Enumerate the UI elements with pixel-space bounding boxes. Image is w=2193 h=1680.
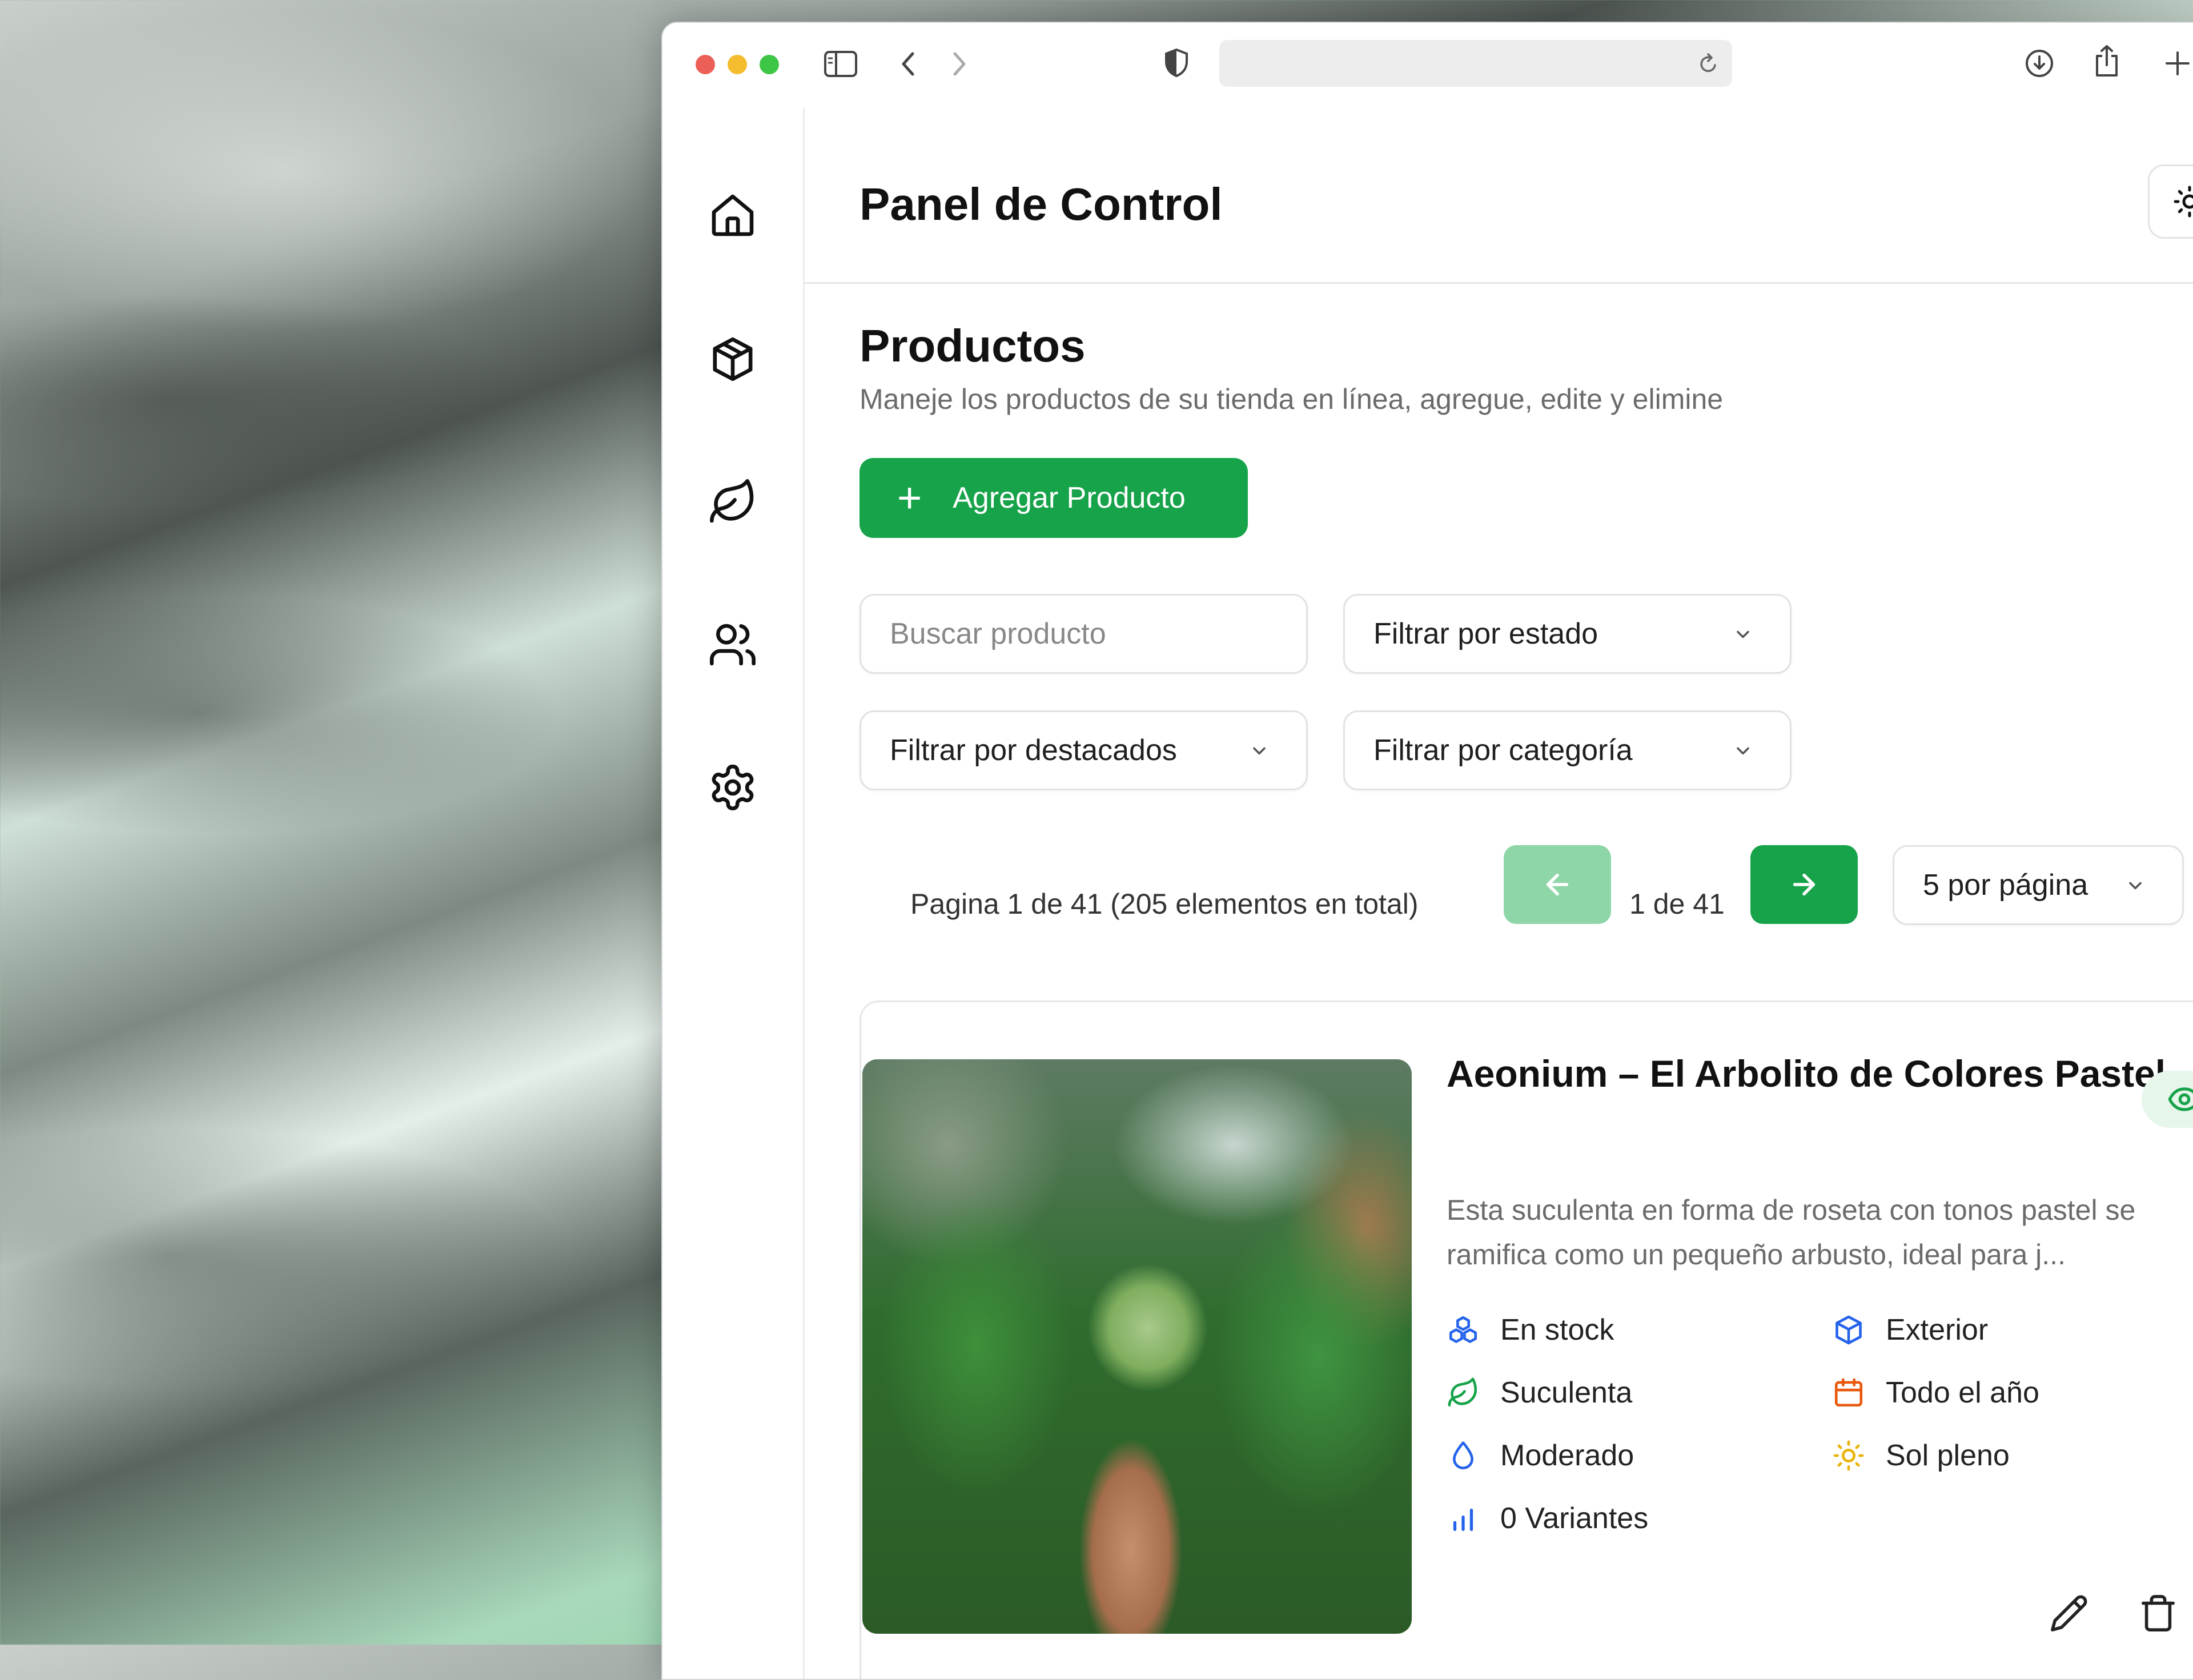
app-header: Panel de Control	[805, 107, 2193, 284]
address-bar[interactable]	[1219, 40, 1732, 87]
category-filter-label: Filtrar por categoría	[1373, 734, 1633, 767]
chevron-down-icon	[2129, 882, 2142, 890]
home-icon	[712, 194, 754, 236]
attr-type: Suculenta	[1447, 1376, 1632, 1410]
settings-icon	[712, 765, 754, 810]
trash-icon[interactable]	[2138, 1593, 2178, 1633]
section-heading: Productos	[859, 320, 1086, 371]
visibility-badge[interactable]	[2142, 1071, 2193, 1128]
back-icon[interactable]	[898, 50, 918, 78]
sidebar-item-home[interactable]	[704, 186, 762, 244]
category-filter-select[interactable]: Filtrar por categoría	[1343, 710, 1792, 790]
featured-filter-label: Filtrar por destacados	[890, 734, 1177, 767]
attr-variants: 0 Variantes	[1447, 1501, 1648, 1536]
attr-location: Exterior	[1832, 1313, 1988, 1347]
edit-icon[interactable]	[2049, 1593, 2089, 1633]
arrow-right-icon	[1793, 873, 1816, 896]
product-card: Aeonium – El Arbolito de Colores Pastel …	[859, 1000, 2193, 1679]
sidebar-item-plants[interactable]	[704, 473, 762, 531]
featured-filter-select[interactable]: Filtrar por destacados	[859, 710, 1308, 790]
maximize-window-button[interactable]	[760, 55, 779, 74]
attr-watering-label: Moderado	[1500, 1439, 1634, 1472]
attr-light-label: Sol pleno	[1886, 1439, 2010, 1472]
share-icon[interactable]	[2092, 43, 2121, 79]
attr-light: Sol pleno	[1832, 1438, 2010, 1473]
product-description: Esta suculenta en forma de roseta con to…	[1447, 1194, 2136, 1271]
attr-variants-label: 0 Variantes	[1500, 1502, 1649, 1535]
chevron-down-icon	[1737, 747, 1749, 755]
add-product-label: Agregar Producto	[953, 481, 1186, 515]
desktop-background	[0, 0, 662, 1645]
sun-icon	[1833, 1440, 1864, 1471]
reload-icon[interactable]	[1697, 51, 1720, 75]
attr-stock: En stock	[1447, 1313, 1614, 1347]
product-image	[862, 1059, 1412, 1634]
leaf-icon	[710, 479, 754, 523]
attr-season: Todo el año	[1832, 1376, 2039, 1410]
calendar-icon	[1834, 1378, 1863, 1407]
chevron-down-icon	[1737, 630, 1749, 638]
attr-location-label: Exterior	[1886, 1313, 1989, 1347]
theme-toggle-button[interactable]	[2148, 164, 2193, 239]
search-input[interactable]: Buscar producto	[859, 594, 1308, 674]
download-icon[interactable]	[2024, 48, 2055, 79]
sidebar-item-users[interactable]	[704, 616, 762, 674]
arrow-left-icon	[1546, 873, 1569, 896]
shield-icon[interactable]	[1164, 48, 1189, 78]
sidebar-toggle-icon[interactable]	[824, 50, 858, 78]
box-icon	[1835, 1315, 1862, 1345]
section-subtitle: Maneje los productos de su tienda en lín…	[859, 383, 1724, 415]
close-window-button[interactable]	[696, 55, 715, 74]
chevron-down-icon	[1253, 747, 1266, 755]
previous-page-button[interactable]	[1504, 845, 1611, 924]
new-tab-icon[interactable]	[2163, 49, 2192, 78]
boxes-icon	[1449, 1316, 1477, 1343]
browser-toolbar	[662, 23, 2193, 107]
browser-window: Panel de Control Productos Maneje los pr…	[661, 22, 2193, 1680]
next-page-button[interactable]	[1750, 845, 1858, 924]
leaf-icon	[1448, 1377, 1477, 1407]
eye-icon	[2168, 1087, 2193, 1111]
sidebar-item-settings[interactable]	[704, 758, 762, 817]
bar-chart-icon	[1453, 1508, 1473, 1531]
forward-icon[interactable]	[949, 50, 970, 78]
users-icon	[710, 624, 756, 666]
attr-season-label: Todo el año	[1886, 1376, 2039, 1409]
page-count: 1 de 41	[1629, 888, 1725, 920]
app-sidebar	[662, 107, 805, 1679]
sun-icon	[2174, 186, 2193, 218]
product-title[interactable]: Aeonium – El Arbolito de Colores Pastel	[1447, 1042, 2166, 1105]
minimize-window-button[interactable]	[728, 55, 747, 74]
attr-stock-label: En stock	[1500, 1313, 1614, 1347]
sidebar-item-products[interactable]	[704, 330, 762, 388]
per-page-label: 5 por página	[1923, 869, 2088, 902]
page-title: Panel de Control	[859, 179, 1223, 230]
search-placeholder: Buscar producto	[890, 617, 1106, 650]
status-filter-label: Filtrar por estado	[1373, 617, 1598, 650]
droplet-icon	[1452, 1441, 1474, 1469]
status-filter-select[interactable]: Filtrar por estado	[1343, 594, 1792, 674]
plus-icon: +	[897, 474, 922, 521]
pagination-info: Pagina 1 de 41 (205 elementos en total)	[910, 888, 1419, 920]
add-product-button[interactable]: + Agregar Producto	[859, 458, 1248, 538]
attr-watering: Moderado	[1447, 1438, 1634, 1473]
attr-type-label: Suculenta	[1500, 1376, 1633, 1409]
box-icon	[713, 337, 753, 381]
per-page-select[interactable]: 5 por página	[1893, 845, 2184, 925]
